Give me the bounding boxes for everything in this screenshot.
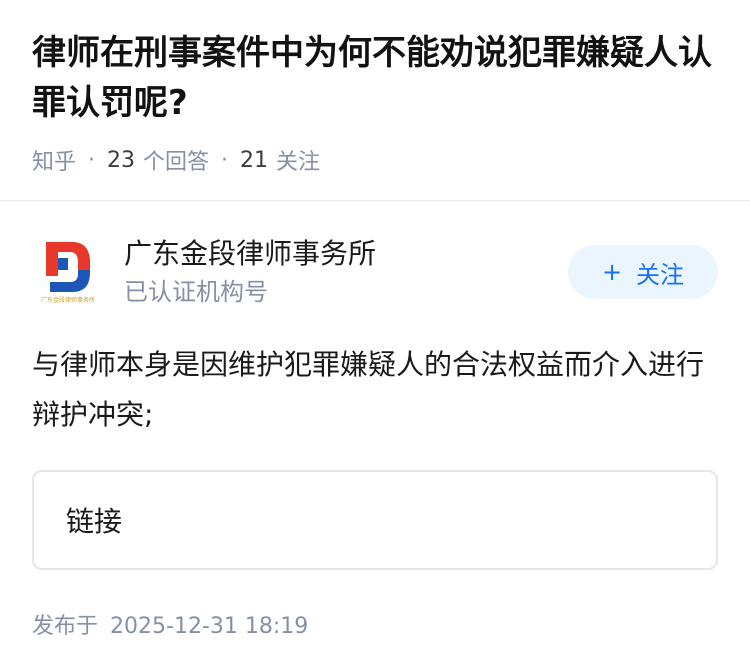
source-label: 知乎	[32, 150, 77, 175]
answers-label: 个回答	[143, 150, 210, 175]
svg-text:广东金段律师事务所: 广东金段律师事务所	[41, 296, 95, 304]
publish-info: 发布于 2025-12-31 18:19	[0, 608, 750, 640]
author-name[interactable]: 广东金段律师事务所	[124, 235, 568, 273]
author-info: 广东金段律师事务所 已认证机构号	[124, 235, 568, 309]
answers-count: 23	[107, 147, 136, 173]
separator-dot: ·	[221, 147, 229, 173]
question-meta: 知乎 · 23 个回答 · 21 关注	[32, 144, 718, 176]
link-card-label: 链接	[66, 505, 123, 538]
link-card[interactable]: 链接	[32, 470, 718, 570]
follows-count: 21	[240, 147, 269, 173]
author-verified-tag: 已认证机构号	[124, 278, 268, 306]
question-header: 律师在刑事案件中为何不能劝说犯罪嫌疑人认罪认罚呢? 知乎 · 23 个回答 · …	[0, 0, 750, 175]
plus-icon: +	[601, 258, 623, 286]
follow-label: 关注	[636, 260, 685, 289]
publish-time: 2025-12-31 18:19	[110, 614, 309, 639]
answer-content: 与律师本身是因维护犯罪嫌疑人的合法权益而介入进行辩护冲突;	[32, 348, 705, 431]
follows-label: 关注	[276, 150, 321, 175]
question-title[interactable]: 律师在刑事案件中为何不能劝说犯罪嫌疑人认罪认罚呢?	[32, 28, 718, 128]
divider	[0, 200, 750, 201]
publish-label: 发布于	[32, 614, 99, 639]
separator-dot: ·	[88, 147, 96, 173]
author-row: 广东金段律师事务所 广东金段律师事务所 已认证机构号 + 关注	[0, 234, 750, 310]
author-avatar-logo[interactable]: 广东金段律师事务所	[32, 236, 104, 308]
follow-button[interactable]: + 关注	[568, 245, 718, 299]
